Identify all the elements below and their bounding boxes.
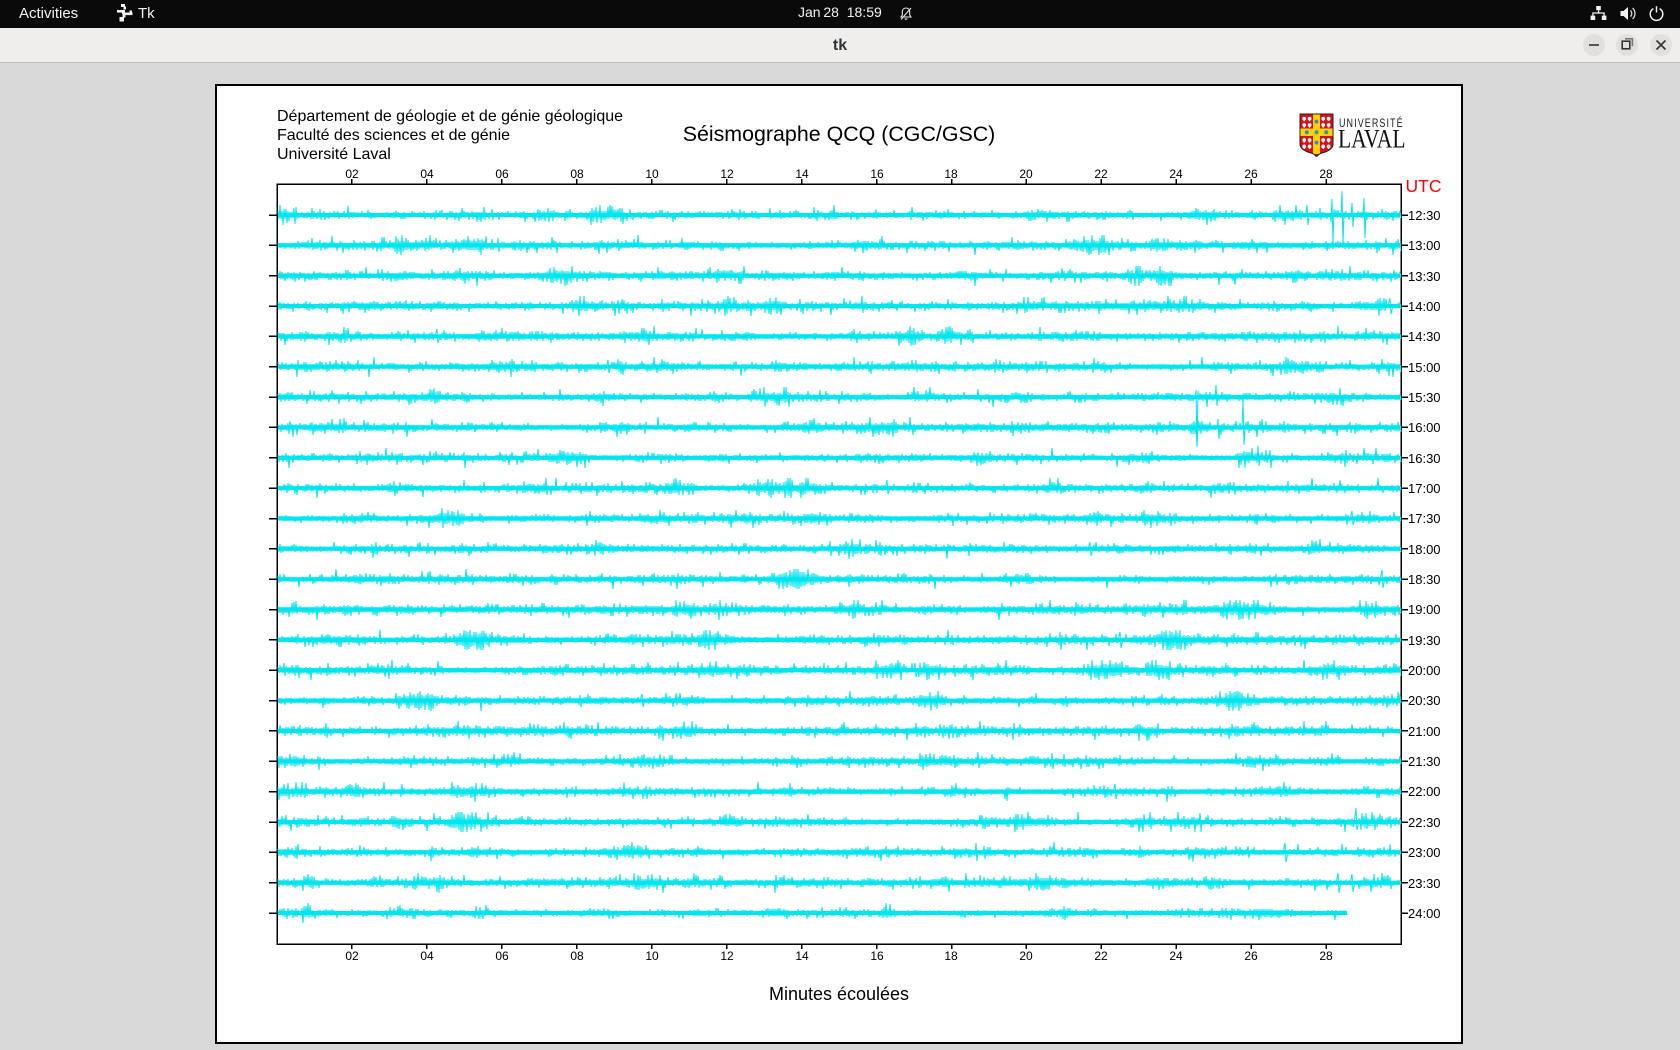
- svg-text:LAVAL: LAVAL: [1338, 126, 1406, 154]
